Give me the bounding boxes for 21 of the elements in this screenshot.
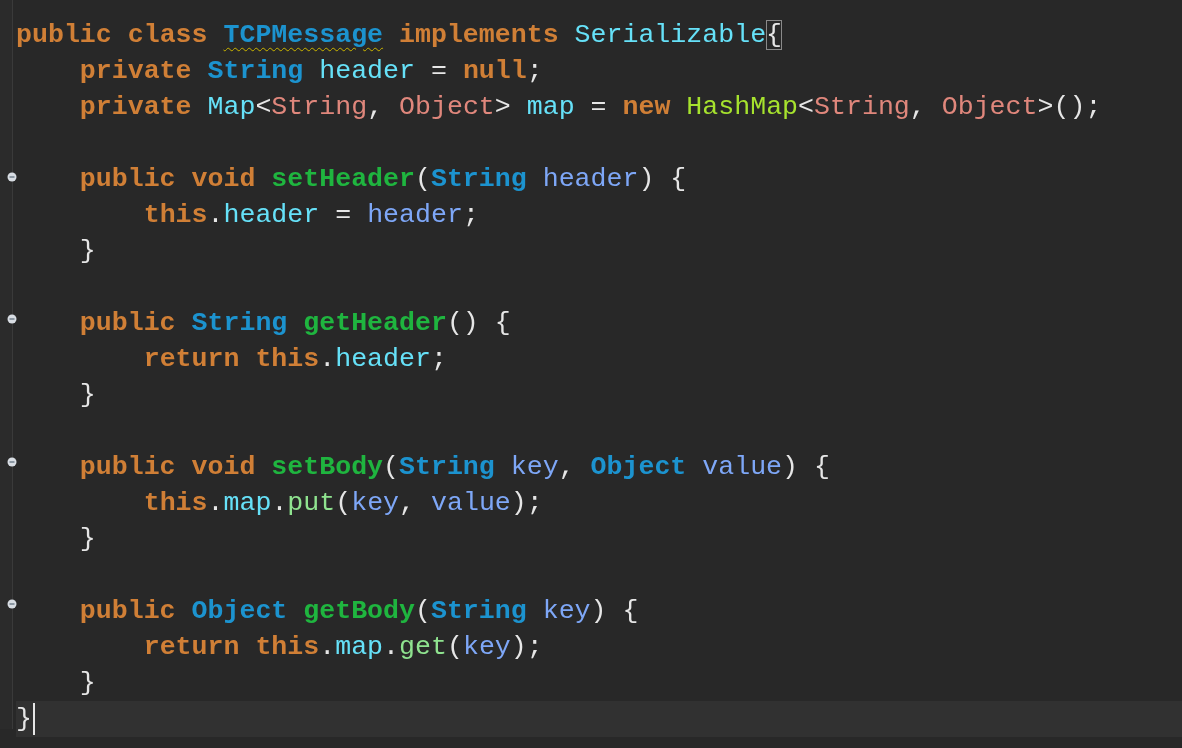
collapse-icon[interactable] [7,456,17,467]
code-line: return this.map.get(key); [143,631,543,664]
code-line: this.map.put(key, value); [143,487,543,520]
code-line: public class TCPMessage implements Serializable{ [16,19,783,52]
code-line: } [79,667,96,700]
code-line: return this.header; [143,343,447,376]
code-line: this.header = header; [143,199,479,232]
code-line: public void setHeader(String header) { [79,163,687,196]
code-line: public String getHeader() { [79,307,511,340]
code-line: } [79,235,96,268]
code-line: public Object getBody(String key) { [79,595,639,628]
code-line: } [79,523,96,556]
collapse-icon[interactable] [7,171,17,182]
text-cursor [32,703,35,735]
code-line: } [16,703,32,736]
collapse-icon[interactable] [7,314,17,325]
code-line: private String header = null; [79,55,543,88]
collapse-icon[interactable] [7,599,17,610]
code-line: public void setBody(String key, Object value) { [79,451,830,484]
code-line: private Map<String, Object> map = new HashMap<String, Object>(); [79,91,1102,124]
code-line: } [79,379,96,412]
